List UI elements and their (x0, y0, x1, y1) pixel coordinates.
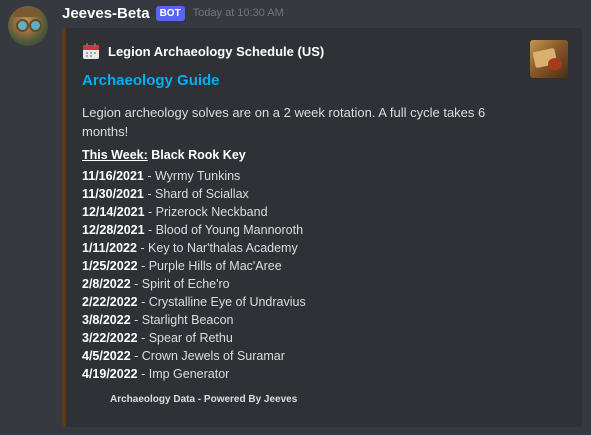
embed-thumbnail[interactable] (530, 40, 568, 78)
schedule-item: Crystalline Eye of Undravius (148, 295, 306, 309)
schedule-row: 11/16/2021 - Wyrmy Tunkins (82, 169, 241, 183)
schedule-date: 1/11/2022 (82, 241, 137, 255)
schedule-item: Key to Nar'thalas Academy (148, 241, 298, 255)
schedule-row: 4/5/2022 - Crown Jewels of Suramar (82, 349, 285, 363)
schedule-date: 4/19/2022 (82, 367, 138, 381)
schedule-date: 1/25/2022 (82, 259, 138, 273)
timestamp[interactable]: Today at 10:30 AM (193, 7, 284, 19)
schedule-date: 4/5/2022 (82, 349, 131, 363)
bot-tag: BOT (155, 5, 185, 21)
embed-title-link[interactable]: Archaeology Guide (82, 72, 220, 89)
schedule-row: 11/30/2021 - Shard of Sciallax (82, 187, 249, 201)
avatar-goggle-left (16, 19, 29, 32)
schedule-item: Starlight Beacon (141, 313, 234, 327)
schedule-row: 12/28/2021 - Blood of Young Mannoroth (82, 223, 304, 237)
schedule-item: Shard of Sciallax (154, 187, 249, 201)
schedule-row: 1/11/2022 - Key to Nar'thalas Academy (82, 241, 298, 255)
embed-description: Legion archeology solves are on a 2 week… (82, 105, 486, 139)
embed-author-name: Legion Archaeology Schedule (US) (108, 43, 325, 59)
schedule-date: 2/8/2022 (82, 277, 131, 291)
schedule-item: Spirit of Eche'ro (141, 277, 230, 291)
schedule-row: 3/22/2022 - Spear of Rethu (82, 331, 233, 345)
avatar-goggle-right (29, 19, 42, 32)
schedule-item: Crown Jewels of Suramar (141, 349, 285, 363)
schedule-date: 3/22/2022 (82, 331, 138, 345)
schedule-item: Wyrmy Tunkins (154, 169, 241, 183)
message-header: Jeeves-Beta BOT Today at 10:30 AM (62, 2, 284, 24)
schedule-item: Prizerock Neckband (155, 205, 268, 219)
this-week-value: Black Rook Key (151, 148, 246, 162)
username[interactable]: Jeeves-Beta (62, 5, 150, 22)
schedule-row: 12/14/2021 - Prizerock Neckband (82, 205, 268, 219)
thumbnail-gem (548, 58, 562, 70)
this-week-label: This Week: (82, 148, 148, 162)
schedule-item: Blood of Young Mannoroth (155, 223, 304, 237)
schedule-row: 2/8/2022 - Spirit of Eche'ro (82, 277, 230, 291)
schedule-item: Purple Hills of Mac'Aree (148, 259, 282, 273)
embed-footer: Archaeology Data - Powered By Jeeves (110, 394, 298, 405)
schedule-date: 11/30/2021 (82, 187, 144, 201)
schedule-date: 12/28/2021 (82, 223, 145, 237)
schedule-list: 11/16/2021 - Wyrmy Tunkins 11/30/2021 - S… (82, 167, 306, 383)
schedule-date: 12/14/2021 (82, 205, 145, 219)
avatar-hat (14, 8, 42, 17)
schedule-item: Spear of Rethu (148, 331, 233, 345)
embed: Legion Archaeology Schedule (US) Archaeo… (62, 28, 582, 427)
schedule-date: 11/16/2021 (82, 169, 144, 183)
calendar-icon (83, 43, 99, 59)
bot-avatar[interactable] (8, 6, 48, 46)
schedule-row: 3/8/2022 - Starlight Beacon (82, 313, 234, 327)
schedule-item: Imp Generator (148, 367, 230, 381)
schedule-row: 2/22/2022 - Crystalline Eye of Undravius (82, 295, 306, 309)
chat-message: Jeeves-Beta BOT Today at 10:30 AM Legion… (0, 0, 591, 435)
this-week: This Week: Black Rook Key (82, 148, 246, 162)
schedule-row: 4/19/2022 - Imp Generator (82, 367, 230, 381)
schedule-date: 3/8/2022 (82, 313, 131, 327)
schedule-row: 1/25/2022 - Purple Hills of Mac'Aree (82, 259, 282, 273)
schedule-date: 2/22/2022 (82, 295, 138, 309)
embed-author: Legion Archaeology Schedule (US) (82, 42, 324, 60)
